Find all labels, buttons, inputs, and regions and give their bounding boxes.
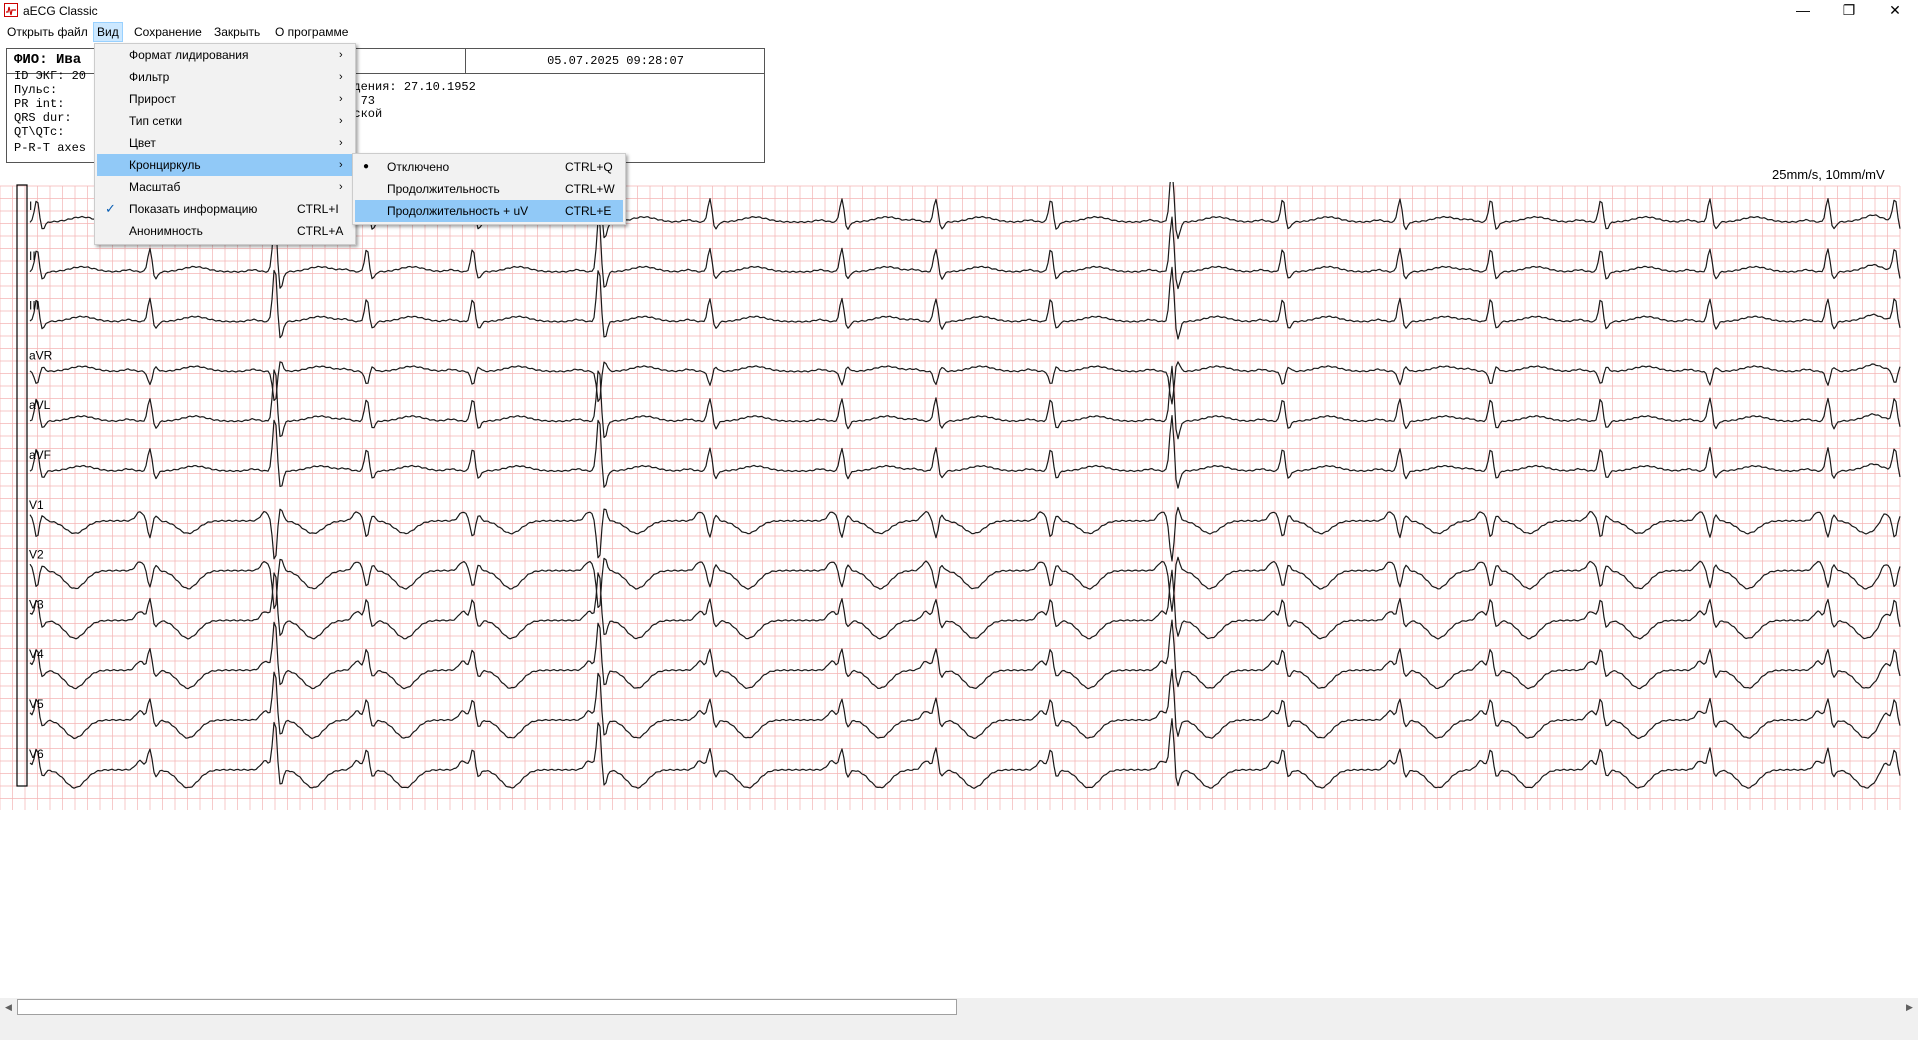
lead-label-v3: V3 xyxy=(29,597,44,611)
qrs-duration: QRS dur: xyxy=(14,111,72,125)
menu-save[interactable]: Сохранение xyxy=(131,22,205,42)
chevron-right-icon: › xyxy=(339,115,343,127)
ecg-trace-v4 xyxy=(29,619,1901,690)
lead-label-avf: aVF xyxy=(29,448,51,462)
chevron-right-icon: › xyxy=(339,93,343,105)
menu-item-label: Прирост xyxy=(129,92,176,106)
patient-name: ФИО: Ива xyxy=(14,52,82,68)
menu-item-label: Продолжительность + uV xyxy=(387,204,529,218)
ecg-trace-v5 xyxy=(29,668,1901,740)
menu-item-caliper[interactable]: Кронциркуль › xyxy=(97,154,353,176)
ecg-trace-avr xyxy=(29,361,1901,405)
menu-item-label: Цвет xyxy=(129,136,156,150)
chevron-right-icon: › xyxy=(339,181,343,193)
menu-about[interactable]: О программе xyxy=(272,22,351,42)
menu-view[interactable]: Вид xyxy=(93,22,123,42)
menu-item-lead-format[interactable]: Формат лидирования › xyxy=(97,44,353,66)
ecg-trace-v3 xyxy=(29,569,1901,640)
calibration-pulse xyxy=(16,184,28,787)
lead-label-v5: V5 xyxy=(29,697,44,711)
menu-item-grid-type[interactable]: Тип сетки › xyxy=(97,110,353,132)
qt-qtc: QT\QTc: xyxy=(14,125,65,139)
ecg-id: ID ЭКГ: 20 xyxy=(14,69,87,83)
shortcut-label: CTRL+I xyxy=(297,202,339,216)
title-bar: aECG Classic — ❐ ✕ xyxy=(0,0,1918,22)
caliper-off[interactable]: ● Отключено CTRL+Q xyxy=(355,156,623,178)
menu-item-label: Отключено xyxy=(387,160,450,174)
shortcut-label: CTRL+E xyxy=(565,204,612,218)
menu-item-scale[interactable]: Масштаб › xyxy=(97,176,353,198)
menu-item-gain[interactable]: Прирост › xyxy=(97,88,353,110)
menu-item-label: Масштаб xyxy=(129,180,181,194)
lead-label-avr: aVR xyxy=(29,348,53,362)
lead-label-v2: V2 xyxy=(29,548,44,562)
shortcut-label: CTRL+A xyxy=(297,224,344,238)
ecg-trace-iii xyxy=(29,266,1901,340)
lead-label-v4: V4 xyxy=(29,647,44,661)
lead-label-avl: aVL xyxy=(29,398,51,412)
status-bar xyxy=(0,1016,1918,1040)
prt-axes: P-R-T axes xyxy=(14,141,87,155)
chevron-right-icon: › xyxy=(339,71,343,83)
menu-item-label: Формат лидирования xyxy=(129,48,249,62)
caliper-submenu: ● Отключено CTRL+Q Продолжительность CTRL+W… xyxy=(352,153,626,225)
app-logo-icon xyxy=(4,3,18,17)
menu-item-label: Фильтр xyxy=(129,70,170,84)
ecg-trace-v6 xyxy=(29,718,1901,789)
record-datetime: 05.07.2025 09:28:07 xyxy=(547,54,684,68)
shortcut-label: CTRL+W xyxy=(565,182,615,196)
ecg-trace-v2 xyxy=(29,556,1901,612)
ecg-grid xyxy=(0,185,1901,810)
ecg-trace-avl xyxy=(29,365,1901,440)
menu-item-filter[interactable]: Фильтр › xyxy=(97,66,353,88)
scroll-right-icon[interactable]: ▶ xyxy=(1901,998,1918,1016)
ecg-traces xyxy=(16,182,1901,789)
ecg-chart[interactable]: IIIIIIaVRaVLaVFV1V2V3V4V5V6 xyxy=(0,182,1918,832)
pulse-value: Пульс: xyxy=(14,83,58,97)
scroll-left-icon[interactable]: ◀ xyxy=(0,998,17,1016)
menu-bar: Открыть файл Вид Сохранение Закрыть О пр… xyxy=(0,22,1918,42)
caliper-duration[interactable]: Продолжительность CTRL+W xyxy=(355,178,623,200)
menu-item-anonymity[interactable]: Анонимность CTRL+A xyxy=(97,220,353,242)
menu-item-label: Кронциркуль xyxy=(129,158,201,172)
chevron-right-icon: › xyxy=(339,159,343,171)
menu-item-label: Анонимность xyxy=(129,224,203,238)
minimize-button[interactable]: — xyxy=(1780,0,1826,22)
pr-interval: PR int: xyxy=(14,97,65,111)
lead-label-ii: II xyxy=(29,249,36,263)
menu-item-label: Тип сетки xyxy=(129,114,183,128)
lead-label-v6: V6 xyxy=(29,747,44,761)
menu-item-label: Показать информацию xyxy=(129,202,258,216)
close-window-button[interactable]: ✕ xyxy=(1872,0,1918,22)
chevron-right-icon: › xyxy=(339,49,343,61)
menu-item-color[interactable]: Цвет › xyxy=(97,132,353,154)
restore-button[interactable]: ❐ xyxy=(1826,0,1872,22)
scroll-thumb[interactable] xyxy=(17,999,957,1015)
menu-open-file[interactable]: Открыть файл xyxy=(4,22,91,42)
view-menu-dropdown: Формат лидирования › Фильтр › Прирост › Тип… xyxy=(94,43,356,245)
shortcut-label: CTRL+Q xyxy=(565,160,613,174)
divider xyxy=(465,49,466,73)
horizontal-scrollbar[interactable]: ◀ ▶ xyxy=(0,998,1918,1016)
lead-label-iii: III xyxy=(29,299,39,313)
lead-labels: IIIIIIaVRaVLaVFV1V2V3V4V5V6 xyxy=(29,199,53,761)
lead-label-v1: V1 xyxy=(29,498,44,512)
ecg-trace-v1 xyxy=(29,506,1901,562)
lead-label-i: I xyxy=(29,199,32,213)
menu-item-label: Продолжительность xyxy=(387,182,500,196)
caliper-duration-uv[interactable]: Продолжительность + uV CTRL+E xyxy=(355,200,623,222)
window-title: aECG Classic xyxy=(23,4,98,18)
checkmark-icon: ✓ xyxy=(105,201,116,216)
radio-dot-icon: ● xyxy=(363,161,370,172)
menu-item-show-info[interactable]: ✓ Показать информацию CTRL+I xyxy=(97,198,353,220)
speed-gain-label: 25mm/s, 10mm/mV xyxy=(1772,167,1885,182)
ecg-trace-avf xyxy=(29,415,1901,489)
chevron-right-icon: › xyxy=(339,137,343,149)
menu-close[interactable]: Закрыть xyxy=(211,22,263,42)
